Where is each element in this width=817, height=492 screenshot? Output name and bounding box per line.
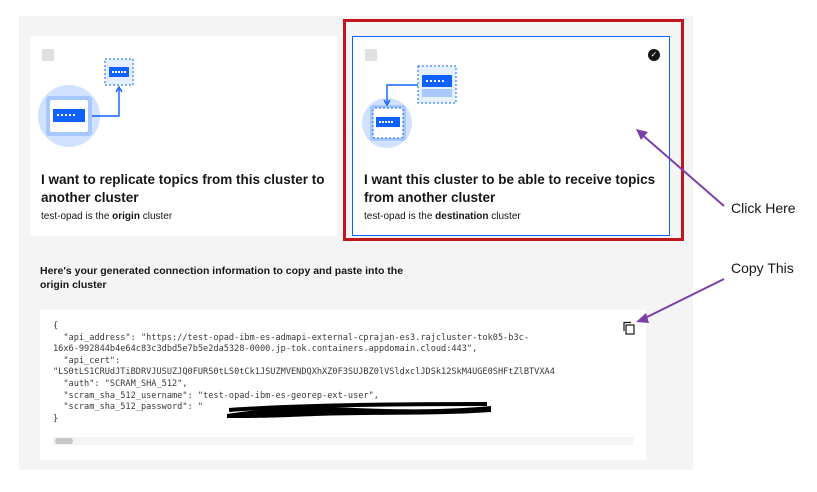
annotation-arrows — [636, 129, 725, 323]
copy-this-annotation: Copy This — [731, 260, 794, 276]
click-here-annotation: Click Here — [731, 200, 796, 216]
